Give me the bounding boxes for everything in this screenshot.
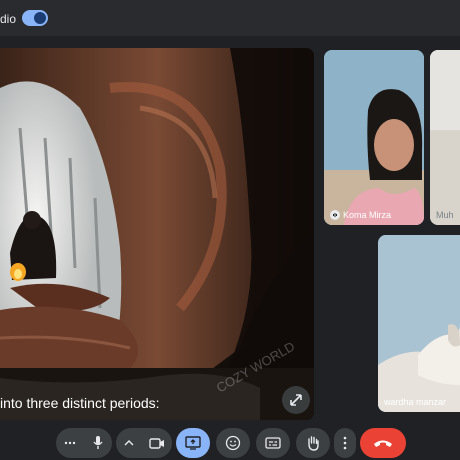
top-bar: dio <box>0 0 460 36</box>
captions-button[interactable] <box>256 428 290 458</box>
participant-name: Muh <box>436 210 454 220</box>
audio-level-icon <box>330 210 340 220</box>
participant-tile-wardha[interactable]: wardha manzar <box>378 235 460 412</box>
camera-icon <box>148 437 164 449</box>
participant-name-tag: Muh <box>436 210 454 220</box>
audio-toggle[interactable] <box>22 10 48 26</box>
microphone-button[interactable] <box>92 435 104 451</box>
expand-icon <box>290 394 302 406</box>
toggle-knob <box>34 12 46 24</box>
participant-name: wardha manzar <box>384 397 447 407</box>
audio-controls <box>56 428 112 458</box>
video-controls <box>116 428 172 458</box>
participant-name-tag: Koma Mirza <box>330 210 391 220</box>
participant-video <box>430 50 460 225</box>
reactions-button[interactable] <box>216 428 250 458</box>
emoji-icon <box>225 435 241 451</box>
participant-video <box>324 50 424 225</box>
participant-tile-muh[interactable]: Muh <box>430 50 460 225</box>
more-video-button[interactable] <box>124 440 134 446</box>
more-options-button[interactable] <box>334 428 356 458</box>
hang-up-icon <box>374 440 392 447</box>
more-audio-button[interactable] <box>64 441 76 445</box>
camera-button[interactable] <box>148 437 165 449</box>
expand-button[interactable] <box>282 386 310 414</box>
raise-hand-button[interactable] <box>296 428 330 458</box>
chevron-up-icon <box>124 440 133 446</box>
hand-icon <box>308 436 319 451</box>
call-toolbar <box>0 425 460 460</box>
cave-scene-image: COZY WORLD <box>0 48 314 420</box>
leave-call-button[interactable] <box>360 428 406 458</box>
more-vert-icon <box>343 436 347 450</box>
present-button[interactable] <box>176 428 210 458</box>
microphone-icon <box>93 436 103 449</box>
present-screen-icon <box>185 436 201 450</box>
participant-tile-koma[interactable]: Koma Mirza <box>324 50 424 225</box>
caption-text: into three distinct periods: <box>0 395 160 411</box>
audio-label: dio <box>0 12 17 26</box>
captions-icon <box>265 437 281 449</box>
participant-name-tag: wardha manzar <box>384 397 446 407</box>
participant-video <box>378 235 460 412</box>
main-video: COZY WORLD <box>0 48 314 420</box>
participant-name: Koma Mirza <box>343 210 392 220</box>
more-dots-icon <box>64 441 76 445</box>
